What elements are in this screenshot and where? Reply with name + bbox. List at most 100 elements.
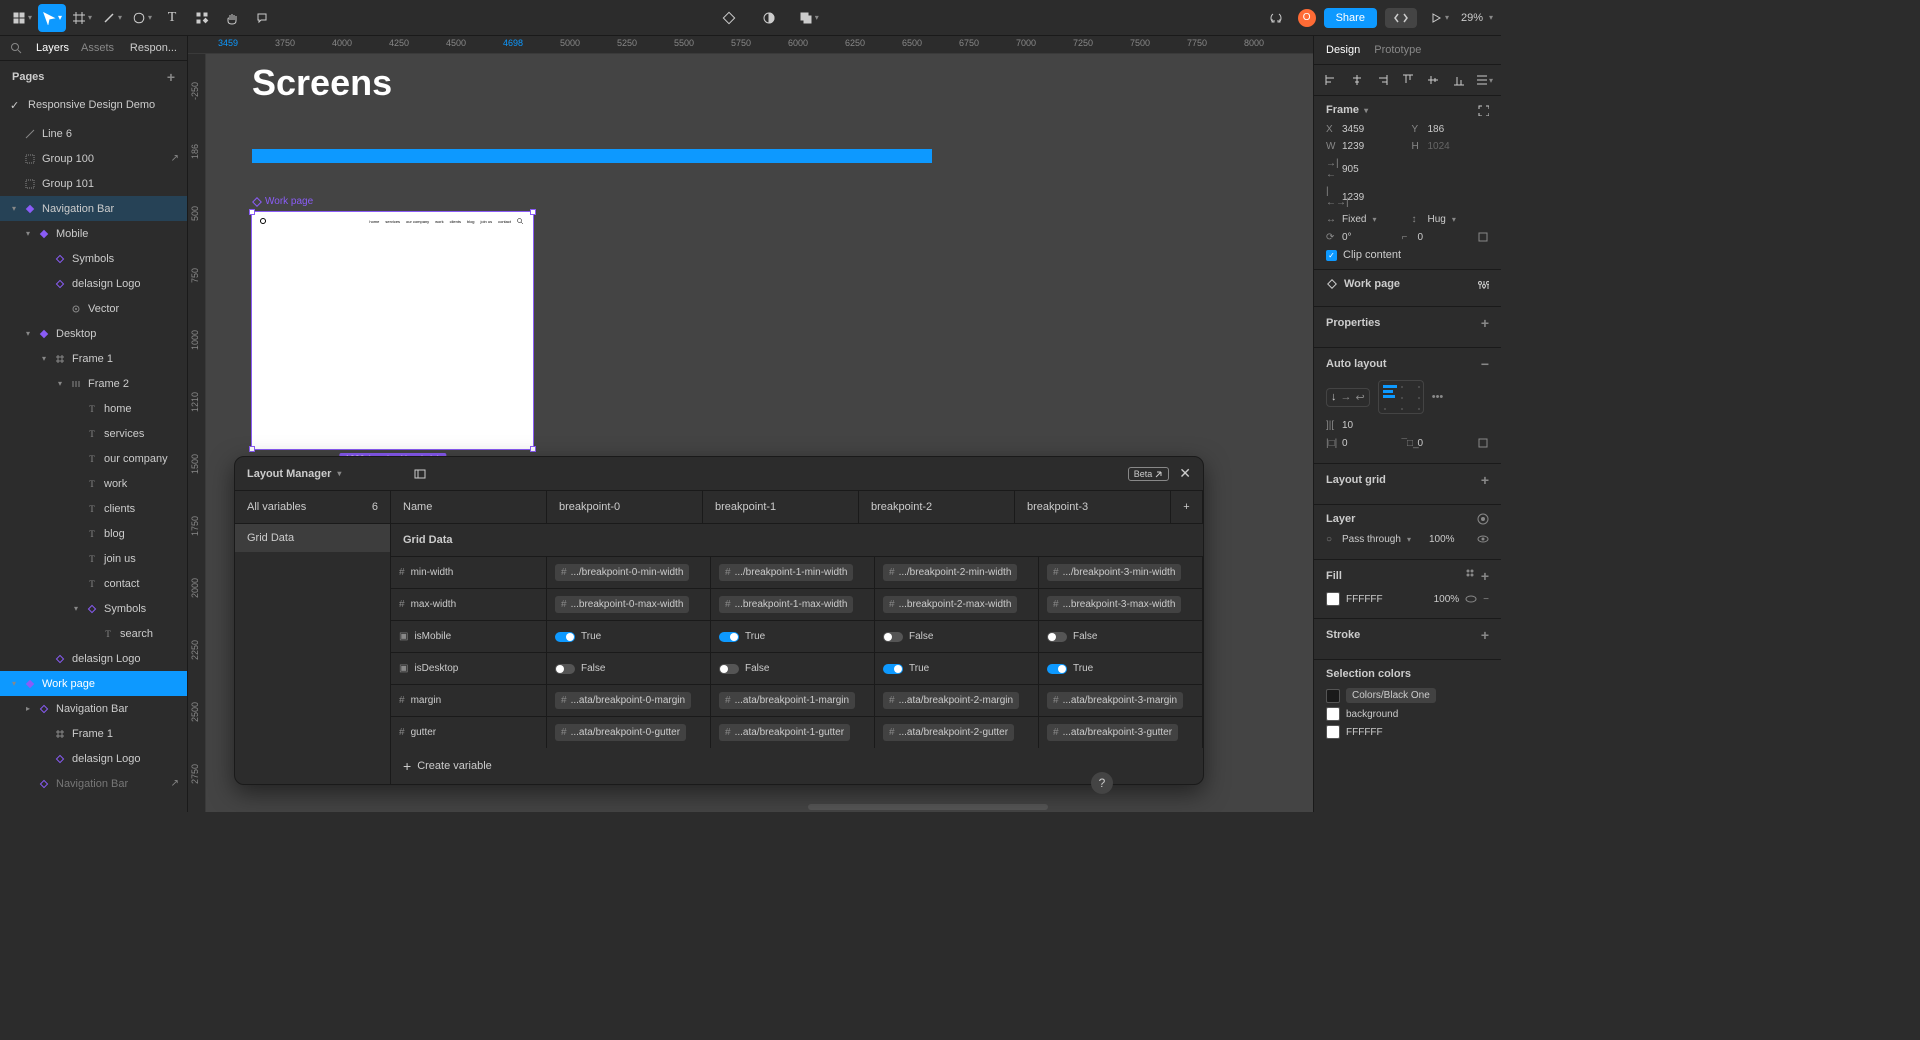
fill-color-row[interactable]: FFFFFF100%−: [1326, 592, 1489, 606]
layer-row[interactable]: delasign Logo: [0, 271, 187, 296]
hand-tool-button[interactable]: [218, 4, 246, 32]
align-left-icon[interactable]: [1322, 71, 1340, 89]
layer-row[interactable]: Tblog: [0, 521, 187, 546]
bool-toggle[interactable]: [883, 664, 903, 674]
selection-color-1[interactable]: Colors/Black One: [1326, 688, 1489, 703]
component-icon[interactable]: [715, 4, 743, 32]
padding-h-field[interactable]: |□|0: [1326, 438, 1394, 449]
close-button[interactable]: ✕: [1179, 465, 1191, 482]
layer-row[interactable]: Thome: [0, 396, 187, 421]
direction-horizontal-button[interactable]: →: [1341, 391, 1352, 404]
zoom-level[interactable]: 29%▾: [1461, 12, 1493, 24]
layer-row[interactable]: Line 6: [0, 121, 187, 146]
alignment-grid[interactable]: [1378, 380, 1424, 414]
independent-corners-icon[interactable]: [1477, 231, 1489, 243]
design-tab[interactable]: Design: [1326, 44, 1360, 56]
resize-w-field[interactable]: ↔Fixed▾: [1326, 214, 1404, 225]
add-layoutgrid-button[interactable]: +: [1481, 472, 1489, 488]
var-column-header[interactable]: Name: [391, 491, 547, 523]
layer-row[interactable]: ▸Navigation Bar: [0, 696, 187, 721]
layer-row[interactable]: ▾Mobile: [0, 221, 187, 246]
share-button[interactable]: Share: [1324, 8, 1377, 28]
variable-alias-chip[interactable]: #.../breakpoint-2-min-width: [883, 564, 1017, 581]
y-field[interactable]: Y186: [1412, 124, 1490, 135]
bool-toggle[interactable]: [1047, 632, 1067, 642]
selection-color-3[interactable]: FFFFFF: [1326, 725, 1489, 739]
layer-row[interactable]: ▾Frame 2: [0, 371, 187, 396]
variable-alias-chip[interactable]: #...ata/breakpoint-3-margin: [1047, 692, 1183, 709]
help-button[interactable]: ?: [1091, 772, 1113, 794]
variable-row[interactable]: ▣isMobileTrueTrueFalseFalse: [391, 620, 1203, 652]
bool-toggle[interactable]: [719, 664, 739, 674]
layer-row[interactable]: Tjoin us: [0, 546, 187, 571]
layer-row[interactable]: Group 100↗: [0, 146, 187, 171]
layer-row[interactable]: Vector: [0, 296, 187, 321]
variable-alias-chip[interactable]: #.../breakpoint-3-min-width: [1047, 564, 1181, 581]
layer-row[interactable]: Symbols: [0, 246, 187, 271]
opacity-field[interactable]: 100%: [1429, 534, 1469, 545]
variable-row[interactable]: #gutter#...ata/breakpoint-0-gutter#...at…: [391, 716, 1203, 748]
layer-row[interactable]: ▾Navigation Bar: [0, 196, 187, 221]
frame-tool-button[interactable]: ▾: [68, 4, 96, 32]
canvas-area[interactable]: 3459375040004250450046985000525055005750…: [188, 36, 1313, 812]
add-fill-button[interactable]: +: [1481, 568, 1489, 584]
bool-toggle[interactable]: [883, 632, 903, 642]
beta-badge[interactable]: Beta: [1128, 467, 1170, 481]
settings-icon[interactable]: [1477, 278, 1489, 290]
rotation-field[interactable]: ⟳0°: [1326, 232, 1394, 243]
text-tool-button[interactable]: T: [158, 4, 186, 32]
align-bottom-icon[interactable]: [1450, 71, 1468, 89]
min-width-field[interactable]: →|←905: [1326, 158, 1404, 180]
pen-tool-button[interactable]: ▾: [98, 4, 126, 32]
variable-alias-chip[interactable]: #...breakpoint-0-max-width: [555, 596, 689, 613]
layer-row[interactable]: Navigation Bar↗: [0, 771, 187, 796]
bool-toggle[interactable]: [555, 632, 575, 642]
bool-toggle[interactable]: [719, 632, 739, 642]
var-column-header[interactable]: breakpoint-0: [547, 491, 703, 523]
remove-autolayout-button[interactable]: −: [1481, 356, 1489, 372]
layer-row[interactable]: Twork: [0, 471, 187, 496]
variable-alias-chip[interactable]: #...ata/breakpoint-3-gutter: [1047, 724, 1178, 741]
height-field[interactable]: H1024: [1412, 141, 1490, 152]
radius-field[interactable]: ⌐0: [1402, 232, 1470, 243]
variable-alias-chip[interactable]: #.../breakpoint-1-min-width: [719, 564, 853, 581]
add-property-button[interactable]: +: [1481, 315, 1489, 331]
devmode-button[interactable]: [1385, 8, 1417, 28]
variable-row[interactable]: ▣isDesktopFalseFalseTrueTrue: [391, 652, 1203, 684]
align-top-icon[interactable]: [1399, 71, 1417, 89]
variable-alias-chip[interactable]: #...ata/breakpoint-0-margin: [555, 692, 691, 709]
present-button[interactable]: ▾: [1425, 4, 1453, 32]
mask-icon[interactable]: [755, 4, 783, 32]
comment-tool-button[interactable]: [248, 4, 276, 32]
resize-fit-icon[interactable]: [1477, 104, 1489, 116]
layer-row[interactable]: Tcontact: [0, 571, 187, 596]
layer-row[interactable]: ▾Frame 1: [0, 346, 187, 371]
variable-alias-chip[interactable]: #...ata/breakpoint-2-margin: [883, 692, 1019, 709]
variable-alias-chip[interactable]: #...ata/breakpoint-2-gutter: [883, 724, 1014, 741]
boolean-icon[interactable]: ▾: [795, 4, 823, 32]
layer-row[interactable]: delasign Logo: [0, 646, 187, 671]
layer-row[interactable]: Frame 1: [0, 721, 187, 746]
bool-toggle[interactable]: [1047, 664, 1067, 674]
layer-row[interactable]: Tsearch: [0, 621, 187, 646]
layers-tab[interactable]: Layers: [36, 42, 69, 54]
x-field[interactable]: X3459: [1326, 124, 1404, 135]
create-variable-button[interactable]: +Create variable: [391, 748, 1203, 784]
layer-settings-icon[interactable]: [1477, 513, 1489, 525]
layer-row[interactable]: Tour company: [0, 446, 187, 471]
variable-alias-chip[interactable]: #...breakpoint-3-max-width: [1047, 596, 1181, 613]
audio-button[interactable]: [1262, 4, 1290, 32]
max-width-field[interactable]: |←→|1239: [1326, 186, 1404, 208]
selection-color-2[interactable]: background: [1326, 707, 1489, 721]
variables-panel[interactable]: Layout Manager▾ Beta ✕ All variables6 Gr…: [234, 456, 1204, 785]
add-page-button[interactable]: +: [167, 69, 175, 85]
move-tool-button[interactable]: ▾: [38, 4, 66, 32]
variable-alias-chip[interactable]: #...ata/breakpoint-1-margin: [719, 692, 855, 709]
variable-alias-chip[interactable]: #...ata/breakpoint-0-gutter: [555, 724, 686, 741]
fill-visibility-icon[interactable]: [1465, 593, 1477, 605]
goto-icon[interactable]: ↗: [171, 153, 179, 164]
main-menu-button[interactable]: ▾: [8, 4, 36, 32]
sidebar-toggle-icon[interactable]: [413, 467, 427, 481]
layer-row[interactable]: ▾Work page: [0, 671, 187, 696]
variable-row[interactable]: #margin#...ata/breakpoint-0-margin#...at…: [391, 684, 1203, 716]
